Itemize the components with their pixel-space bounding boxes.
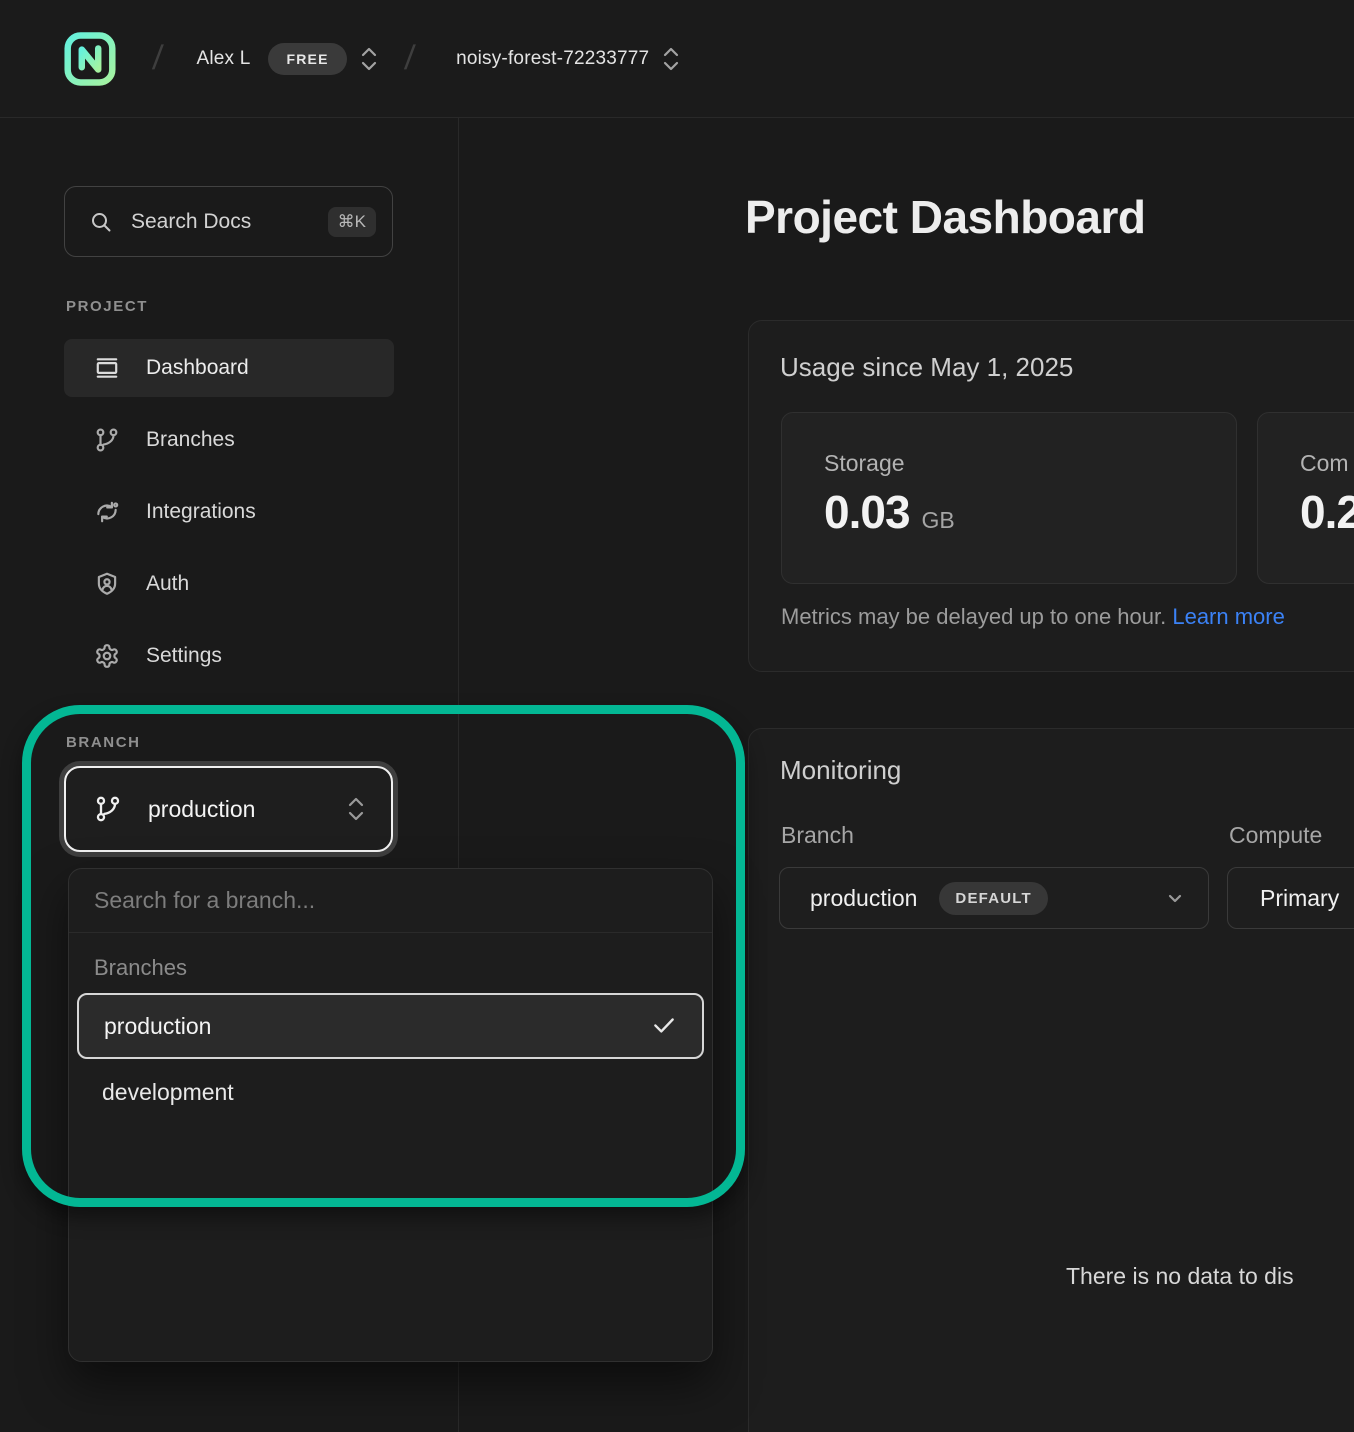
sidebar-item-label: Settings [146, 644, 222, 668]
metric-label: Storage [824, 450, 905, 477]
project-name[interactable]: noisy-forest-72233777 [456, 48, 649, 70]
neon-logo-icon[interactable] [63, 30, 117, 88]
metrics-delay-note: Metrics may be delayed up to one hour. L… [781, 604, 1285, 630]
project-section-label: PROJECT [66, 298, 148, 315]
metric-value: 0.03 [824, 485, 910, 539]
sidebar-item-label: Auth [146, 572, 189, 596]
auth-shield-icon [94, 571, 120, 597]
search-shortcut-badge: ⌘K [328, 207, 376, 237]
org-name[interactable]: Alex L [196, 48, 250, 70]
chevron-down-icon [1164, 887, 1186, 909]
sidebar-item-label: Branches [146, 428, 235, 452]
breadcrumb-separator: / [403, 39, 417, 78]
check-icon [651, 1013, 677, 1039]
page-title: Project Dashboard [745, 190, 1146, 244]
branch-dropdown-panel: Branches production development [68, 868, 713, 1362]
metric-label: Com [1300, 450, 1349, 477]
monitoring-card: Monitoring Branch production DEFAULT Com… [748, 728, 1354, 1432]
learn-more-link[interactable]: Learn more [1172, 604, 1285, 629]
search-docs-label: Search Docs [131, 210, 251, 234]
default-badge: DEFAULT [939, 882, 1047, 915]
monitoring-compute-value: Primary [1260, 885, 1339, 912]
sidebar-item-auth[interactable]: Auth [64, 555, 394, 613]
metric-value: 0.2 [1300, 485, 1354, 539]
sidebar-item-branches[interactable]: Branches [64, 411, 394, 469]
monitoring-branch-label: Branch [781, 822, 854, 849]
branch-selector-button[interactable]: production [64, 766, 393, 852]
metrics-delay-text: Metrics may be delayed up to one hour. [781, 604, 1172, 629]
top-bar: / Alex L FREE / noisy-forest-72233777 [0, 0, 1354, 118]
sidebar-item-integrations[interactable]: Integrations [64, 483, 394, 541]
branch-option-label: development [102, 1079, 234, 1106]
git-branch-icon [94, 427, 120, 453]
org-switcher-chevrons-icon[interactable] [359, 45, 379, 73]
branch-option-label: production [104, 1013, 211, 1040]
sidebar-item-label: Dashboard [146, 356, 249, 380]
monitoring-compute-select[interactable]: Primary [1227, 867, 1354, 929]
search-docs-button[interactable]: Search Docs ⌘K [64, 186, 393, 257]
branch-section-label: BRANCH [66, 734, 141, 751]
branch-option-development[interactable]: development [77, 1059, 704, 1125]
branch-option-production[interactable]: production [77, 993, 704, 1059]
monitoring-branch-value: production [810, 885, 917, 912]
integrations-icon [94, 499, 120, 525]
sidebar-item-dashboard[interactable]: Dashboard [64, 339, 394, 397]
branch-search-input[interactable] [69, 869, 712, 933]
dashboard-icon [94, 355, 120, 381]
app-window: / Alex L FREE / noisy-forest-72233777 Se… [0, 0, 1354, 1432]
monitoring-compute-label: Compute [1229, 822, 1322, 849]
branch-selector-chevrons-icon [345, 793, 367, 825]
no-data-message: There is no data to dis [1066, 1263, 1294, 1290]
monitoring-card-title: Monitoring [780, 755, 901, 786]
branch-group-label: Branches [94, 955, 712, 981]
sidebar-item-settings[interactable]: Settings [64, 627, 394, 685]
storage-metric-box: Storage 0.03 GB [781, 412, 1237, 584]
usage-card-title: Usage since May 1, 2025 [780, 352, 1073, 383]
plan-badge: FREE [268, 43, 346, 75]
monitoring-branch-select[interactable]: production DEFAULT [779, 867, 1209, 929]
breadcrumb-separator: / [151, 39, 165, 78]
gear-icon [94, 643, 120, 669]
sidebar-item-label: Integrations [146, 500, 256, 524]
usage-card: Usage since May 1, 2025 Storage 0.03 GB … [748, 320, 1354, 672]
metric-unit: GB [922, 507, 955, 534]
git-branch-icon [94, 795, 122, 823]
compute-metric-box: Com 0.2 [1257, 412, 1354, 584]
project-switcher-chevrons-icon[interactable] [661, 45, 681, 73]
branch-selector-value: production [148, 796, 255, 823]
search-icon [89, 210, 113, 234]
